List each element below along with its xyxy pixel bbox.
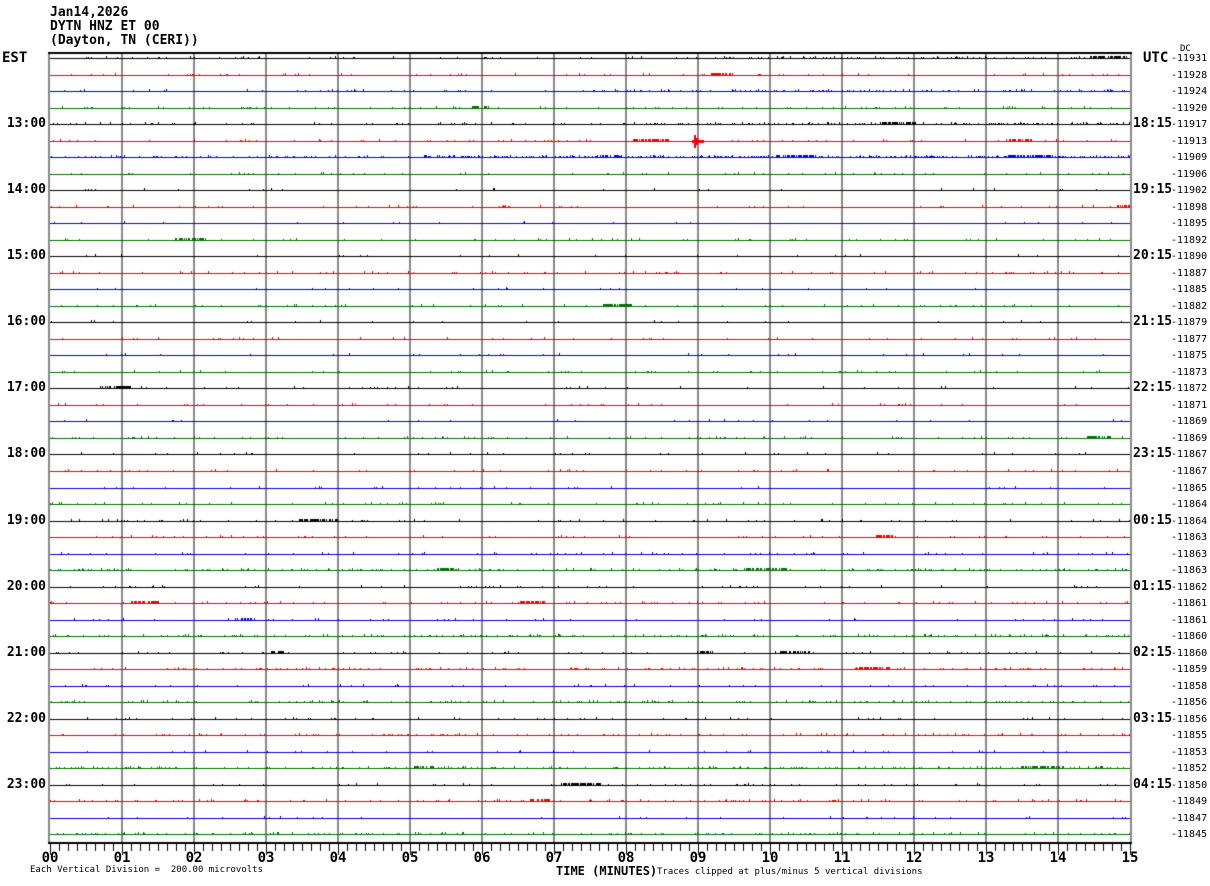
title-date: Jan14,2026 xyxy=(50,5,129,20)
clip-note: Traces clipped at plus/minus 5 vertical … xyxy=(657,867,923,877)
heliplot-screen: Jan14,2026 DYTN HNZ ET 00 (Dayton, TN (C… xyxy=(0,0,1210,886)
est-axis-label: EST xyxy=(2,50,28,66)
utc-axis-label: UTC xyxy=(1143,50,1169,66)
seismogram-plot xyxy=(0,0,1210,886)
x-axis-title: TIME (MINUTES) xyxy=(556,864,658,878)
title-station: DYTN HNZ ET 00 xyxy=(50,19,160,34)
title-location: (Dayton, TN (CERI)) xyxy=(50,33,199,48)
dc-column-header: DC xyxy=(1180,44,1191,54)
scale-note: Each Vertical Division = 200.00 microvol… xyxy=(30,865,263,875)
